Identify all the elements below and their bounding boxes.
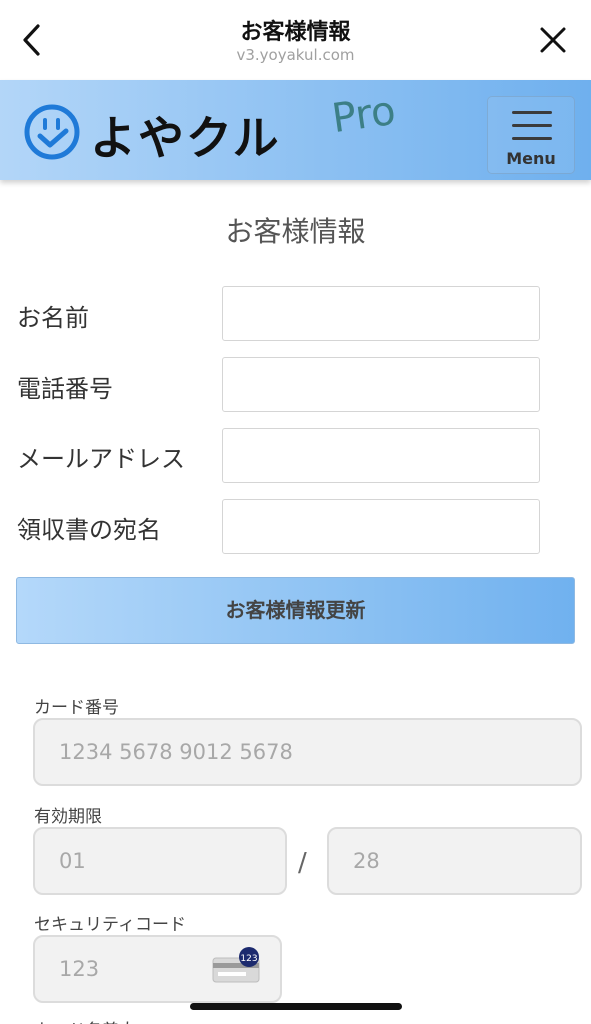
logo-wordmark: よやクル [90, 111, 281, 165]
page-title: お客様情報 [225, 215, 366, 248]
hamburger-icon-line [512, 137, 552, 140]
smiley-check-icon [24, 104, 80, 160]
expiry-separator: / [298, 848, 307, 878]
cvc-label: セキュリティコード [34, 915, 186, 935]
name-input[interactable] [222, 286, 540, 341]
update-customer-button[interactable]: お客様情報更新 [16, 577, 575, 644]
email-label: メールアドレス [17, 445, 185, 473]
browser-title: お客様情報 [240, 20, 351, 45]
site-header: よやクル Pro Menu [0, 80, 591, 180]
cvc-badge-text: 123 [240, 954, 257, 964]
menu-label: Menu [506, 149, 556, 168]
expiry-label: 有効期限 [34, 807, 102, 827]
browser-top-bar: お客様情報 v3.yoyakul.com [0, 0, 591, 80]
close-icon[interactable] [537, 24, 569, 56]
card-number-label: カード番号 [34, 698, 119, 718]
home-indicator [190, 1003, 402, 1010]
name-label: お名前 [17, 304, 89, 332]
email-input[interactable] [222, 428, 540, 483]
receipt-name-input[interactable] [222, 499, 540, 554]
menu-button[interactable]: Menu [487, 96, 575, 174]
expiry-month-input[interactable]: 01 [33, 827, 287, 895]
phone-input[interactable] [222, 357, 540, 412]
site-logo[interactable]: よやクル Pro [24, 88, 424, 165]
cardholder-label: カード名義人 [34, 1016, 136, 1024]
card-cvc-icon: 123 [212, 947, 260, 983]
hamburger-icon [512, 111, 552, 114]
receipt-name-label: 領収書の宛名 [17, 516, 161, 544]
phone-label: 電話番号 [17, 375, 113, 403]
browser-url: v3.yoyakul.com [236, 46, 355, 64]
card-number-input[interactable]: 1234 5678 9012 5678 [33, 718, 582, 786]
hamburger-icon-line [512, 124, 552, 127]
expiry-year-input[interactable]: 28 [327, 827, 582, 895]
logo-pro-text: Pro [329, 87, 399, 143]
